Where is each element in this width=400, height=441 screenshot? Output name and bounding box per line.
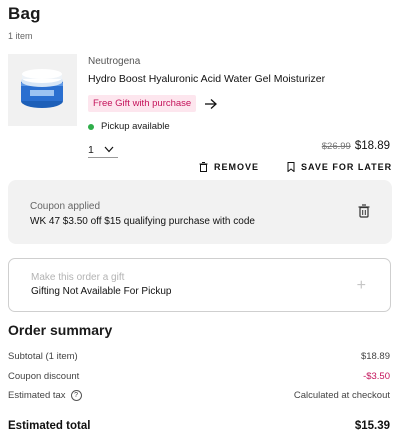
gift-option-hint: Make this order a gift (31, 272, 125, 283)
free-gift-badge[interactable]: Free Gift with purchase (88, 95, 197, 112)
pickup-label: Pickup available (101, 121, 170, 132)
quantity-value: 1 (88, 143, 94, 156)
plus-icon[interactable]: + (357, 278, 366, 294)
subtotal-row: Subtotal (1 item) $18.89 (8, 351, 390, 362)
coupon-discount-row: Coupon discount -$3.50 (8, 371, 390, 382)
discount-label: Coupon discount (8, 371, 80, 382)
sale-price: $18.89 (354, 140, 390, 152)
tax-label-group: Estimated tax ? (8, 390, 82, 401)
save-for-later-label: SAVE FOR LATER (301, 162, 393, 172)
tax-value: Calculated at checkout (293, 390, 390, 401)
discount-value: -$3.50 (363, 371, 390, 382)
product-name[interactable]: Hydro Boost Hyaluronic Acid Water Gel Mo… (88, 73, 388, 85)
quantity-select[interactable]: 1 (88, 142, 118, 158)
chevron-down-icon (104, 146, 114, 153)
coupon-card: Coupon applied WK 47 $3.50 off $15 quali… (8, 180, 392, 244)
product-brand[interactable]: Neutrogena (88, 56, 388, 67)
estimated-total-row: Estimated total $15.39 (8, 420, 390, 432)
trash-icon (199, 162, 208, 172)
tax-label: Estimated tax (8, 390, 66, 401)
pickup-status: Pickup available (88, 121, 388, 132)
arrow-right-icon[interactable] (204, 98, 218, 110)
availability-dot-icon (88, 123, 94, 130)
tax-row: Estimated tax ? Calculated at checkout (8, 390, 390, 401)
save-for-later-button[interactable]: SAVE FOR LATER (287, 162, 392, 172)
moisturizer-jar-image (8, 54, 77, 126)
gift-option-status: Gifting Not Available For Pickup (31, 286, 172, 297)
remove-label: REMOVE (214, 162, 260, 172)
item-actions: REMOVE SAVE FOR LATER (0, 162, 400, 174)
bookmark-icon (287, 162, 295, 172)
page-title: Bag (8, 4, 41, 23)
total-label: Estimated total (8, 420, 91, 432)
product-price: $26.99 $18.89 (322, 140, 390, 152)
info-icon[interactable]: ? (70, 390, 82, 401)
subtotal-value: $18.89 (360, 351, 390, 362)
total-value: $15.39 (354, 420, 390, 432)
coupon-label: Coupon applied (30, 201, 101, 212)
gift-option-card[interactable]: Make this order a gift Gifting Not Avail… (8, 258, 391, 312)
original-price: $26.99 (321, 141, 351, 152)
product-image[interactable] (8, 54, 77, 126)
free-gift-link[interactable]: Free Gift with purchase (88, 95, 388, 112)
order-summary-title: Order summary (8, 322, 113, 338)
product-info: Neutrogena Hydro Boost Hyaluronic Acid W… (88, 56, 388, 132)
subtotal-label: Subtotal (1 item) (8, 351, 78, 362)
trash-icon[interactable] (358, 204, 370, 218)
bag-header: Bag 1 item (8, 4, 41, 41)
item-count: 1 item (8, 31, 33, 41)
remove-button[interactable]: REMOVE (199, 162, 259, 172)
coupon-description: WK 47 $3.50 off $15 qualifying purchase … (30, 216, 255, 227)
